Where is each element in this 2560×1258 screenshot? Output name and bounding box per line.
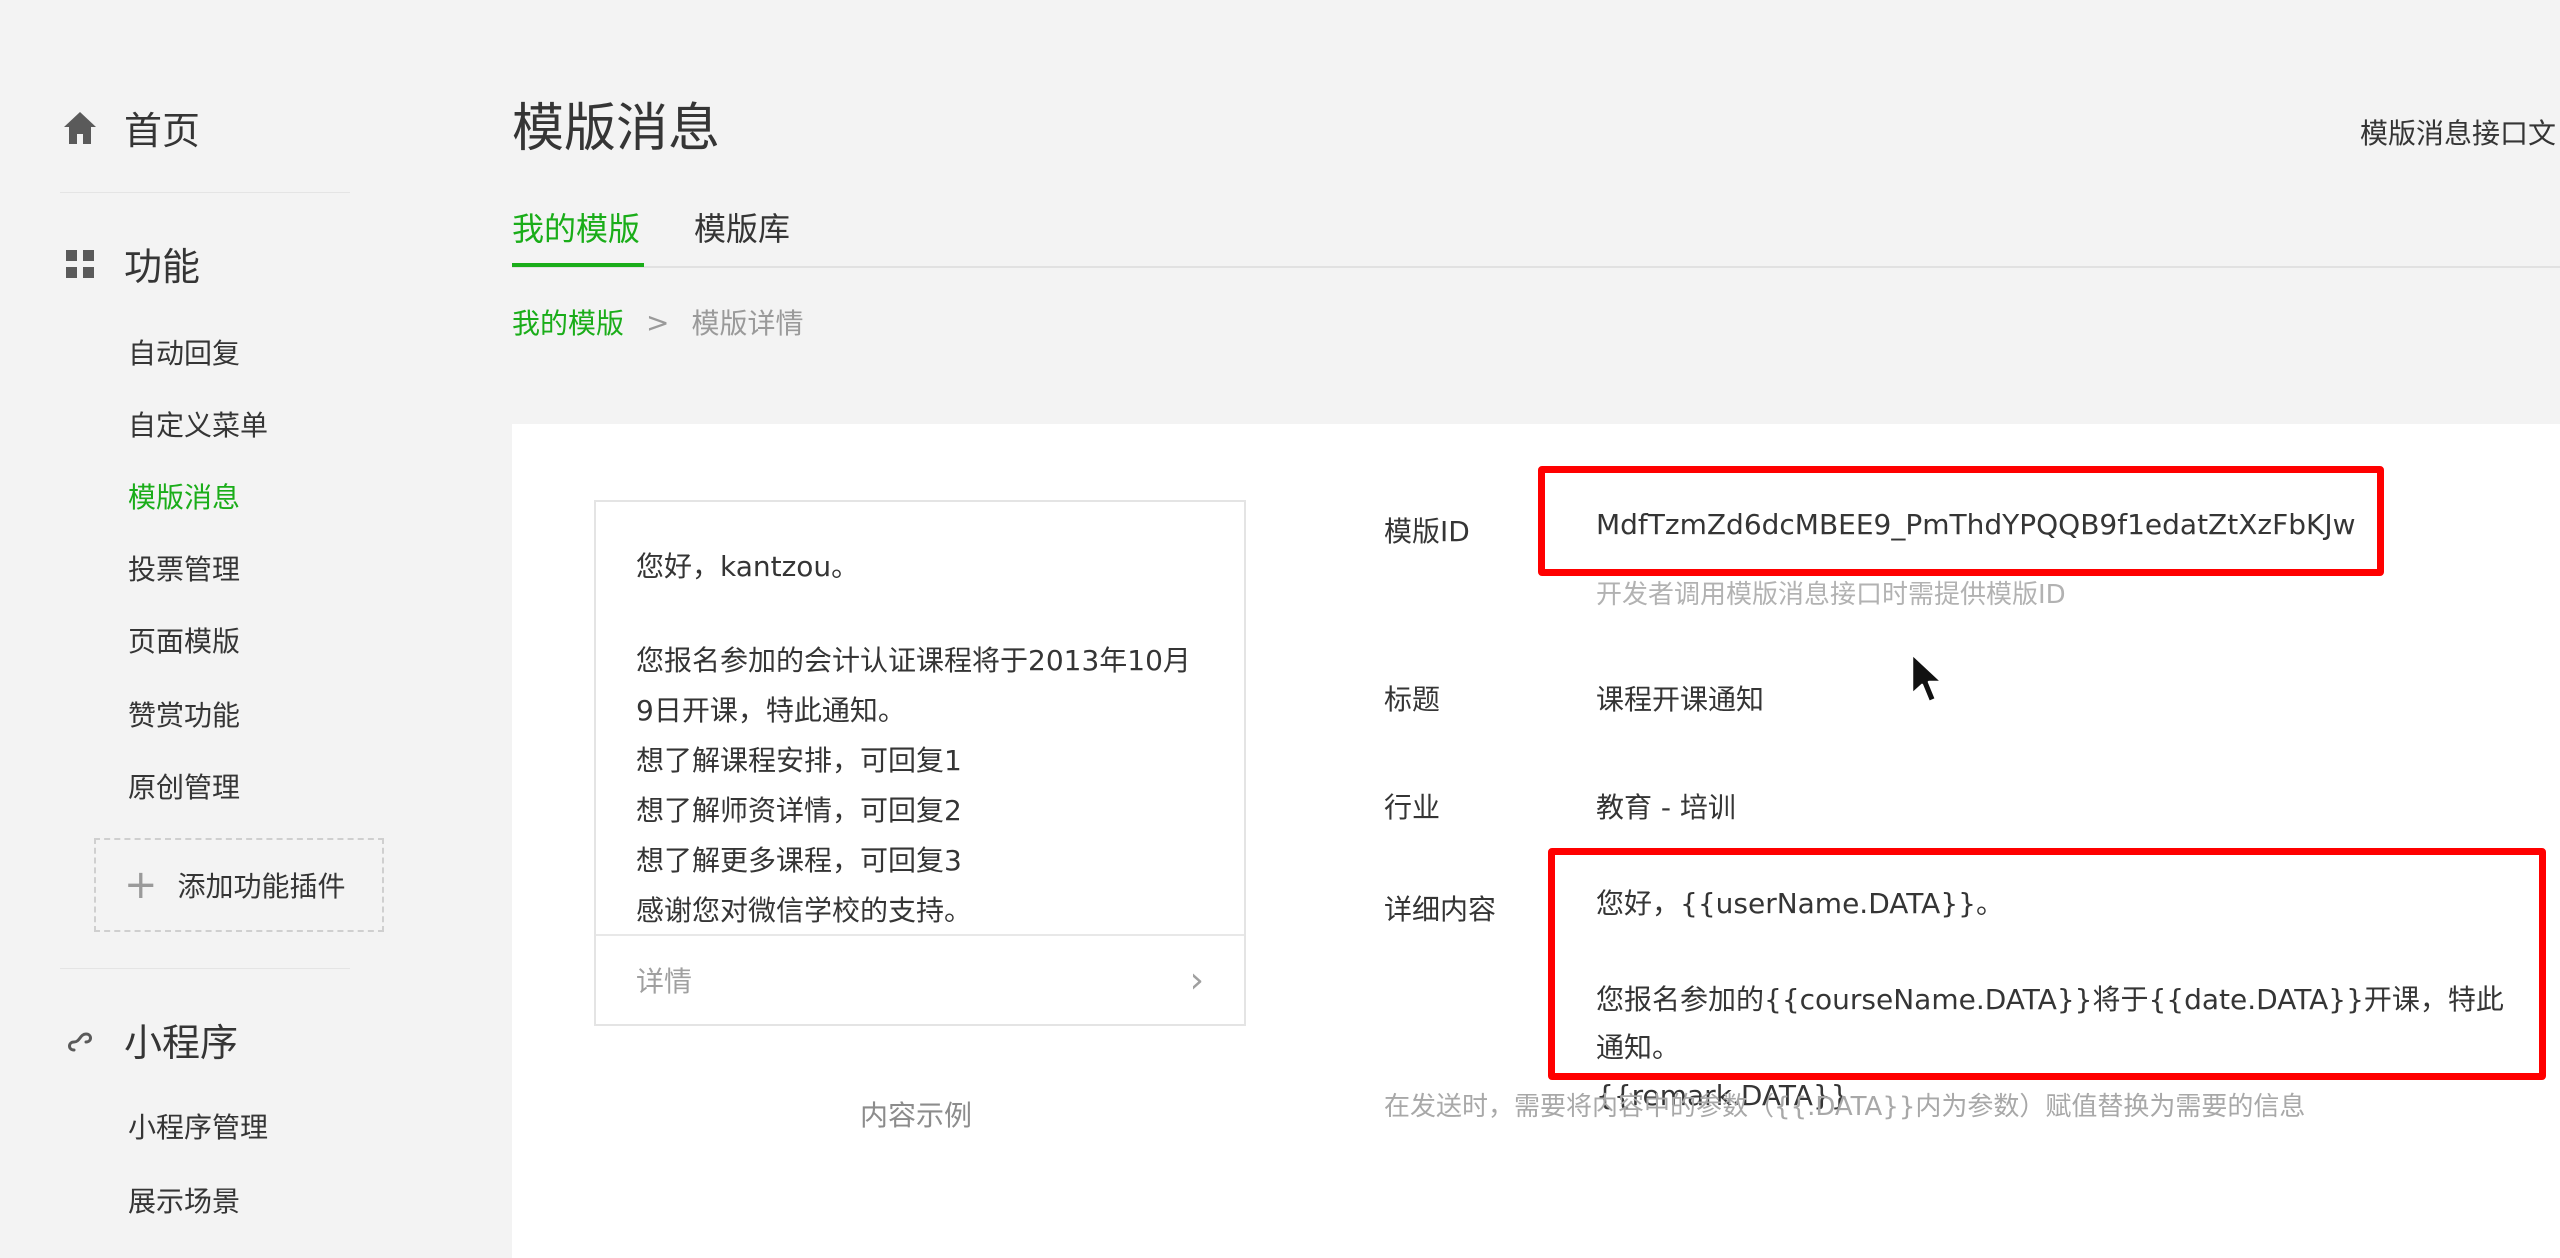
template-id-hint: 开发者调用模版消息接口时需提供模版ID xyxy=(1596,580,2066,610)
tabs-divider xyxy=(512,266,2560,268)
title-value: 课程开课通知 xyxy=(1596,683,1765,716)
content-template: 您好，{{userName.DATA}}。 您报名参加的{{courseName… xyxy=(1596,880,2516,1120)
sidebar-item-reward[interactable]: 赞赏功能 xyxy=(128,694,240,734)
sidebar-item-label: 首页 xyxy=(124,109,201,153)
plus-icon: + xyxy=(124,862,158,908)
preview-line: 想了解更多课程，可回复3 xyxy=(636,844,962,877)
breadcrumb-current: 模版详情 xyxy=(691,307,804,340)
breadcrumb-separator: > xyxy=(646,305,670,339)
sidebar-item-original[interactable]: 原创管理 xyxy=(128,766,240,806)
sidebar-item-page-template[interactable]: 页面模版 xyxy=(128,620,240,660)
add-plugin-button[interactable]: + 添加功能插件 xyxy=(94,838,384,932)
sidebar-item-auto-reply[interactable]: 自动回复 xyxy=(128,332,240,372)
preview-card: 您好，kantzou。 您报名参加的会计认证课程将于2013年10月 9日开课，… xyxy=(594,500,1246,1026)
content-label: 详细内容 xyxy=(1384,893,1497,926)
template-id-label: 模版ID xyxy=(1384,515,1470,548)
breadcrumb-link[interactable]: 我的模版 xyxy=(512,302,624,342)
sidebar-item-template-message[interactable]: 模版消息 xyxy=(128,476,240,516)
breadcrumb: 我的模版 > 模版详情 xyxy=(512,302,804,342)
chevron-right-icon: › xyxy=(1189,959,1204,1001)
sidebar-item-home[interactable]: 首页 xyxy=(56,100,200,155)
preview-line: 感谢您对微信学校的支持。 xyxy=(636,894,973,927)
content-line xyxy=(1596,928,2516,976)
home-icon xyxy=(56,104,104,152)
tab-template-library[interactable]: 模版库 xyxy=(694,204,790,250)
industry-value: 教育 - 培训 xyxy=(1596,791,1736,824)
sidebar-section-miniprogram[interactable]: 小程序 xyxy=(56,1012,238,1067)
preview-line: 想了解课程安排，可回复1 xyxy=(636,744,962,777)
industry-label: 行业 xyxy=(1384,791,1441,824)
add-plugin-label: 添加功能插件 xyxy=(177,870,346,903)
content-line: 您好，{{userName.DATA}}。 xyxy=(1596,887,2004,920)
doc-link[interactable]: 模版消息接口文 xyxy=(2360,112,2556,152)
preview-body: 您好，kantzou。 您报名参加的会计认证课程将于2013年10月 9日开课，… xyxy=(636,542,1216,936)
mouse-cursor-icon xyxy=(1908,652,1948,708)
page-title: 模版消息 xyxy=(512,99,721,159)
divider xyxy=(60,968,350,969)
preview-caption: 内容示例 xyxy=(860,1099,973,1132)
tab-my-templates[interactable]: 我的模版 xyxy=(512,204,640,250)
preview-detail-link[interactable]: 详情 › xyxy=(596,934,1244,1024)
preview-line: 想了解师资详情，可回复2 xyxy=(636,794,962,827)
preview-greeting: 您好，kantzou。 xyxy=(636,550,860,583)
sidebar-section-label: 功能 xyxy=(124,245,201,289)
sidebar-item-custom-menu[interactable]: 自定义菜单 xyxy=(128,404,268,444)
content-hint: 在发送时，需要将内容中的参数（{{.DATA}}内为参数）赋值替换为需要的信息 xyxy=(1384,1092,2306,1122)
title-label: 标题 xyxy=(1384,683,1441,716)
sidebar-item-vote-management[interactable]: 投票管理 xyxy=(128,548,240,588)
preview-line: 您报名参加的会计认证课程将于2013年10月 xyxy=(636,644,1191,677)
sidebar-section-label: 小程序 xyxy=(124,1021,239,1065)
grid-icon xyxy=(56,240,104,288)
content-line: 您报名参加的{{courseName.DATA}}将于{{date.DATA}}… xyxy=(1596,983,2504,1064)
link-icon xyxy=(56,1016,104,1064)
preview-line: 9日开课，特此通知。 xyxy=(636,694,906,727)
tab-active-indicator xyxy=(512,263,644,267)
template-id-value[interactable]: MdfTzmZd6dcMBEE9_PmThdYPQQB9f1edatZtXzFb… xyxy=(1596,508,2356,541)
sidebar-item-display-scenes[interactable]: 展示场景 xyxy=(128,1180,240,1220)
divider xyxy=(60,192,350,193)
sidebar-section-features[interactable]: 功能 xyxy=(56,236,200,291)
sidebar-item-miniprogram-management[interactable]: 小程序管理 xyxy=(128,1106,268,1146)
preview-detail-label: 详情 xyxy=(636,965,693,998)
